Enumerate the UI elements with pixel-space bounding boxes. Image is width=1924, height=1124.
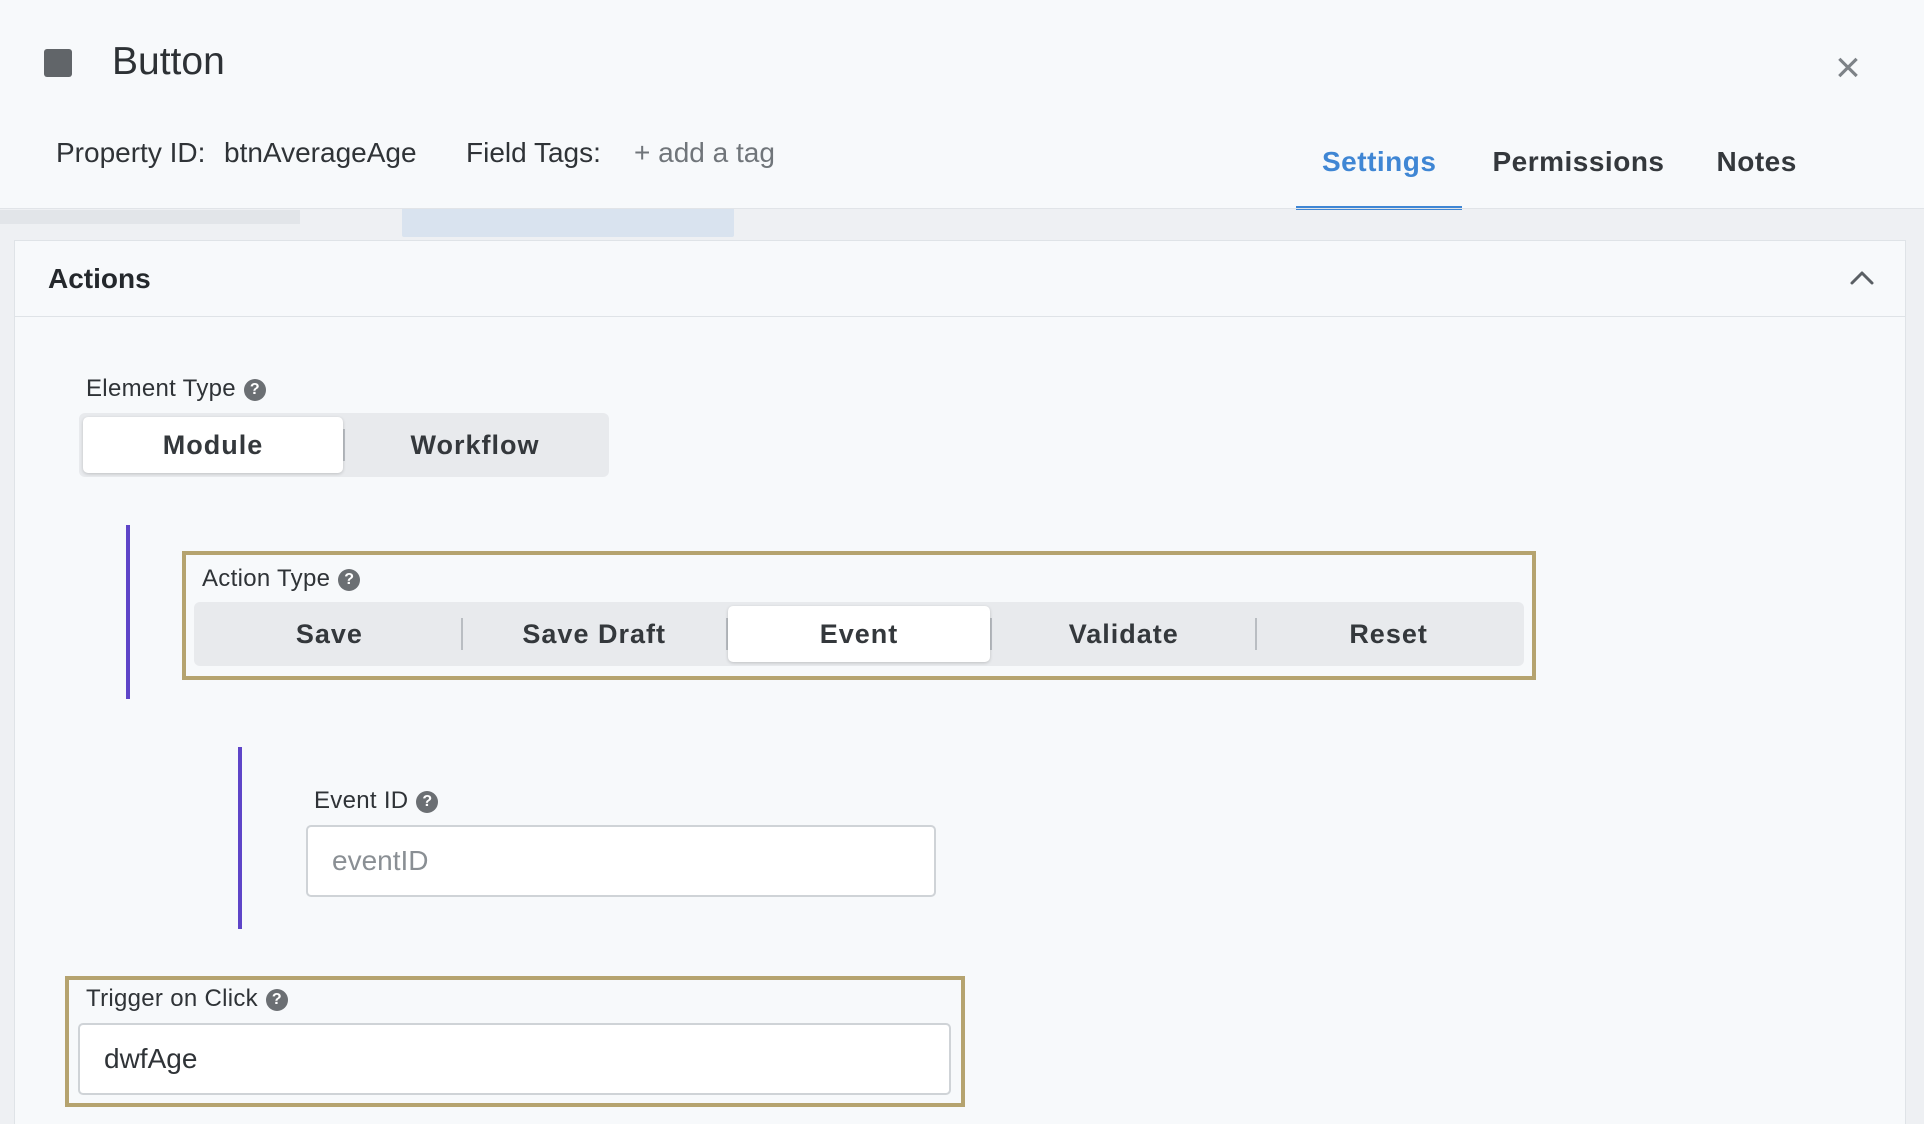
- help-icon[interactable]: ?: [265, 989, 288, 1011]
- element-type-workflow-option[interactable]: Workflow: [345, 417, 605, 473]
- nest-indicator-bar: [126, 525, 130, 699]
- nest-indicator-bar: [238, 747, 242, 929]
- event-id-label-text: Event ID: [314, 787, 409, 814]
- trigger-on-click-label: Trigger on Click?: [86, 985, 288, 1013]
- help-icon[interactable]: ?: [338, 569, 361, 591]
- action-type-label: Action Type?: [202, 565, 361, 593]
- tab-settings[interactable]: Settings: [1296, 130, 1463, 210]
- action-type-label-text: Action Type: [202, 565, 331, 592]
- element-type-label: Element Type?: [86, 375, 266, 403]
- field-tags-label: Field Tags:: [466, 137, 601, 168]
- background-button: [402, 207, 734, 237]
- action-type-save-draft-option[interactable]: Save Draft: [463, 606, 726, 662]
- tab-permissions[interactable]: Permissions: [1462, 130, 1690, 210]
- header-divider: [0, 208, 1924, 209]
- chevron-up-icon[interactable]: [1847, 263, 1877, 293]
- element-type-toggle: Module Workflow: [79, 413, 609, 477]
- help-icon[interactable]: ?: [416, 791, 439, 813]
- action-type-event-option[interactable]: Event: [727, 606, 991, 662]
- modal-title: Button: [112, 40, 225, 83]
- trigger-on-click-input[interactable]: [78, 1023, 951, 1095]
- tab-notes[interactable]: Notes: [1691, 130, 1823, 210]
- help-icon[interactable]: ?: [243, 379, 266, 401]
- tab-bar: Settings Permissions Notes: [1296, 130, 1823, 210]
- property-id-label: Property ID:: [56, 137, 206, 168]
- property-id-value: btnAverageAge: [224, 137, 417, 168]
- actions-panel: Actions Element Type? Module Workflow Ac…: [14, 240, 1906, 1124]
- event-id-label: Event ID?: [314, 787, 439, 815]
- actions-panel-header[interactable]: Actions: [15, 241, 1905, 317]
- action-type-toggle: Save Save Draft Event Validate Reset: [194, 602, 1524, 666]
- modal-header: Button × Property ID: btnAverageAge Fiel…: [0, 0, 1924, 210]
- action-type-save-option[interactable]: Save: [198, 606, 461, 662]
- element-type-label-text: Element Type: [86, 375, 236, 402]
- action-type-reset-option[interactable]: Reset: [1257, 606, 1520, 662]
- event-id-input[interactable]: [306, 825, 936, 897]
- action-type-validate-option[interactable]: Validate: [992, 606, 1255, 662]
- background-text: [0, 210, 300, 224]
- add-tag-link[interactable]: + add a tag: [634, 137, 775, 169]
- actions-panel-title: Actions: [48, 263, 151, 294]
- trigger-on-click-label-text: Trigger on Click: [86, 985, 258, 1012]
- element-type-module-option[interactable]: Module: [83, 417, 343, 473]
- close-icon[interactable]: ×: [1828, 46, 1868, 90]
- button-component-icon: [44, 49, 72, 77]
